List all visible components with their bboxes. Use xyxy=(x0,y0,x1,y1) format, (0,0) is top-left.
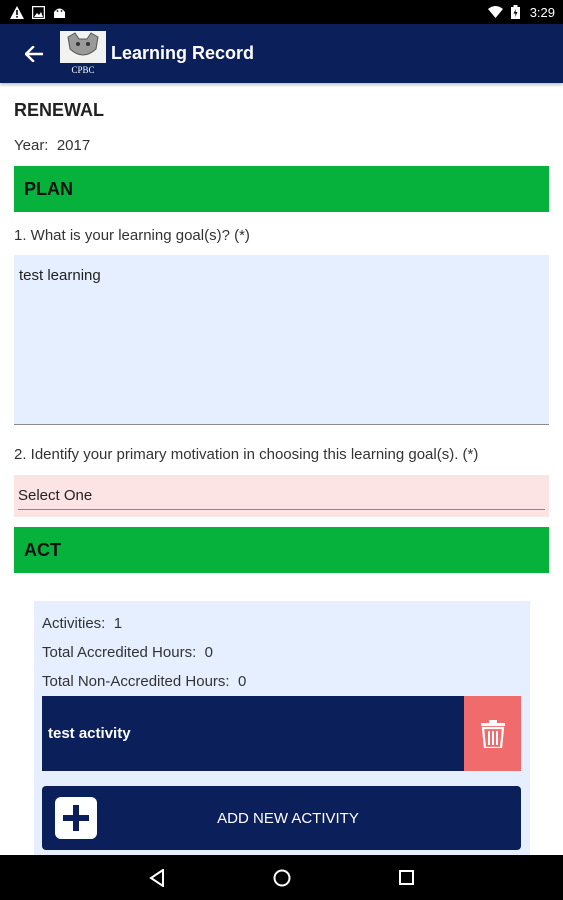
status-right: 3:29 xyxy=(487,4,555,20)
form-heading: RENEWAL xyxy=(14,100,104,120)
battery-icon xyxy=(510,5,520,19)
year-label: Year: xyxy=(14,137,49,154)
learning-goal-input[interactable]: test learning xyxy=(14,255,549,425)
trash-icon xyxy=(480,719,505,748)
page-title: Learning Record xyxy=(111,43,255,63)
year-value: 2017 xyxy=(56,137,91,154)
logo-text: CPBC xyxy=(60,62,106,77)
activities-count: Activities: 1 xyxy=(42,615,122,632)
motivation-select-value: Select One xyxy=(18,487,93,504)
back-triangle-icon xyxy=(148,868,164,887)
status-bar: 3:29 xyxy=(0,0,563,24)
activity-panel: Activities: 1 Total Accredited Hours: 0 … xyxy=(34,601,530,861)
android-icon xyxy=(54,8,65,18)
non-accredited-hours-label: Total Non-Accredited Hours: xyxy=(42,673,230,690)
question-1-label: 1. What is your learning goal(s)? (*) xyxy=(14,227,250,244)
accredited-hours-value: 0 xyxy=(204,644,213,661)
add-new-activity-button[interactable]: ADD NEW ACTIVITY xyxy=(42,786,521,850)
plus-icon xyxy=(55,797,97,839)
wifi-icon xyxy=(487,6,503,18)
act-section-header: ACT xyxy=(14,527,549,573)
activity-item: test activity xyxy=(42,696,521,771)
nav-back-button[interactable] xyxy=(142,863,172,893)
system-nav-bar xyxy=(0,855,563,900)
delete-activity-button[interactable] xyxy=(464,696,521,771)
cpbc-logo: CPBC xyxy=(60,30,106,77)
non-accredited-hours: Total Non-Accredited Hours: 0 xyxy=(42,673,246,690)
home-circle-icon xyxy=(273,869,290,886)
recents-square-icon xyxy=(399,870,414,885)
activity-name[interactable]: test activity xyxy=(42,696,464,771)
year-row: Year: 2017 xyxy=(14,137,90,154)
plan-section-header: PLAN xyxy=(14,166,549,212)
accredited-hours-label: Total Accredited Hours: xyxy=(42,644,197,661)
add-new-activity-label: ADD NEW ACTIVITY xyxy=(217,809,359,827)
select-underline xyxy=(18,509,545,510)
logo-emblem xyxy=(60,30,106,63)
status-time: 3:29 xyxy=(529,4,555,20)
status-left xyxy=(10,5,66,19)
image-icon xyxy=(32,5,45,19)
nav-home-button[interactable] xyxy=(267,863,297,893)
warning-icon xyxy=(10,5,24,19)
back-button[interactable] xyxy=(14,34,54,74)
nav-recents-button[interactable] xyxy=(392,863,422,893)
non-accredited-hours-value: 0 xyxy=(237,673,247,690)
motivation-select[interactable]: Select One xyxy=(14,475,549,517)
activities-count-label: Activities: xyxy=(42,615,106,632)
accredited-hours: Total Accredited Hours: 0 xyxy=(42,644,213,661)
arrow-left-icon xyxy=(25,45,43,62)
question-2-label: 2. Identify your primary motivation in c… xyxy=(14,446,479,463)
app-bar: CPBC Learning Record xyxy=(0,24,563,83)
activities-count-value: 1 xyxy=(113,615,123,632)
